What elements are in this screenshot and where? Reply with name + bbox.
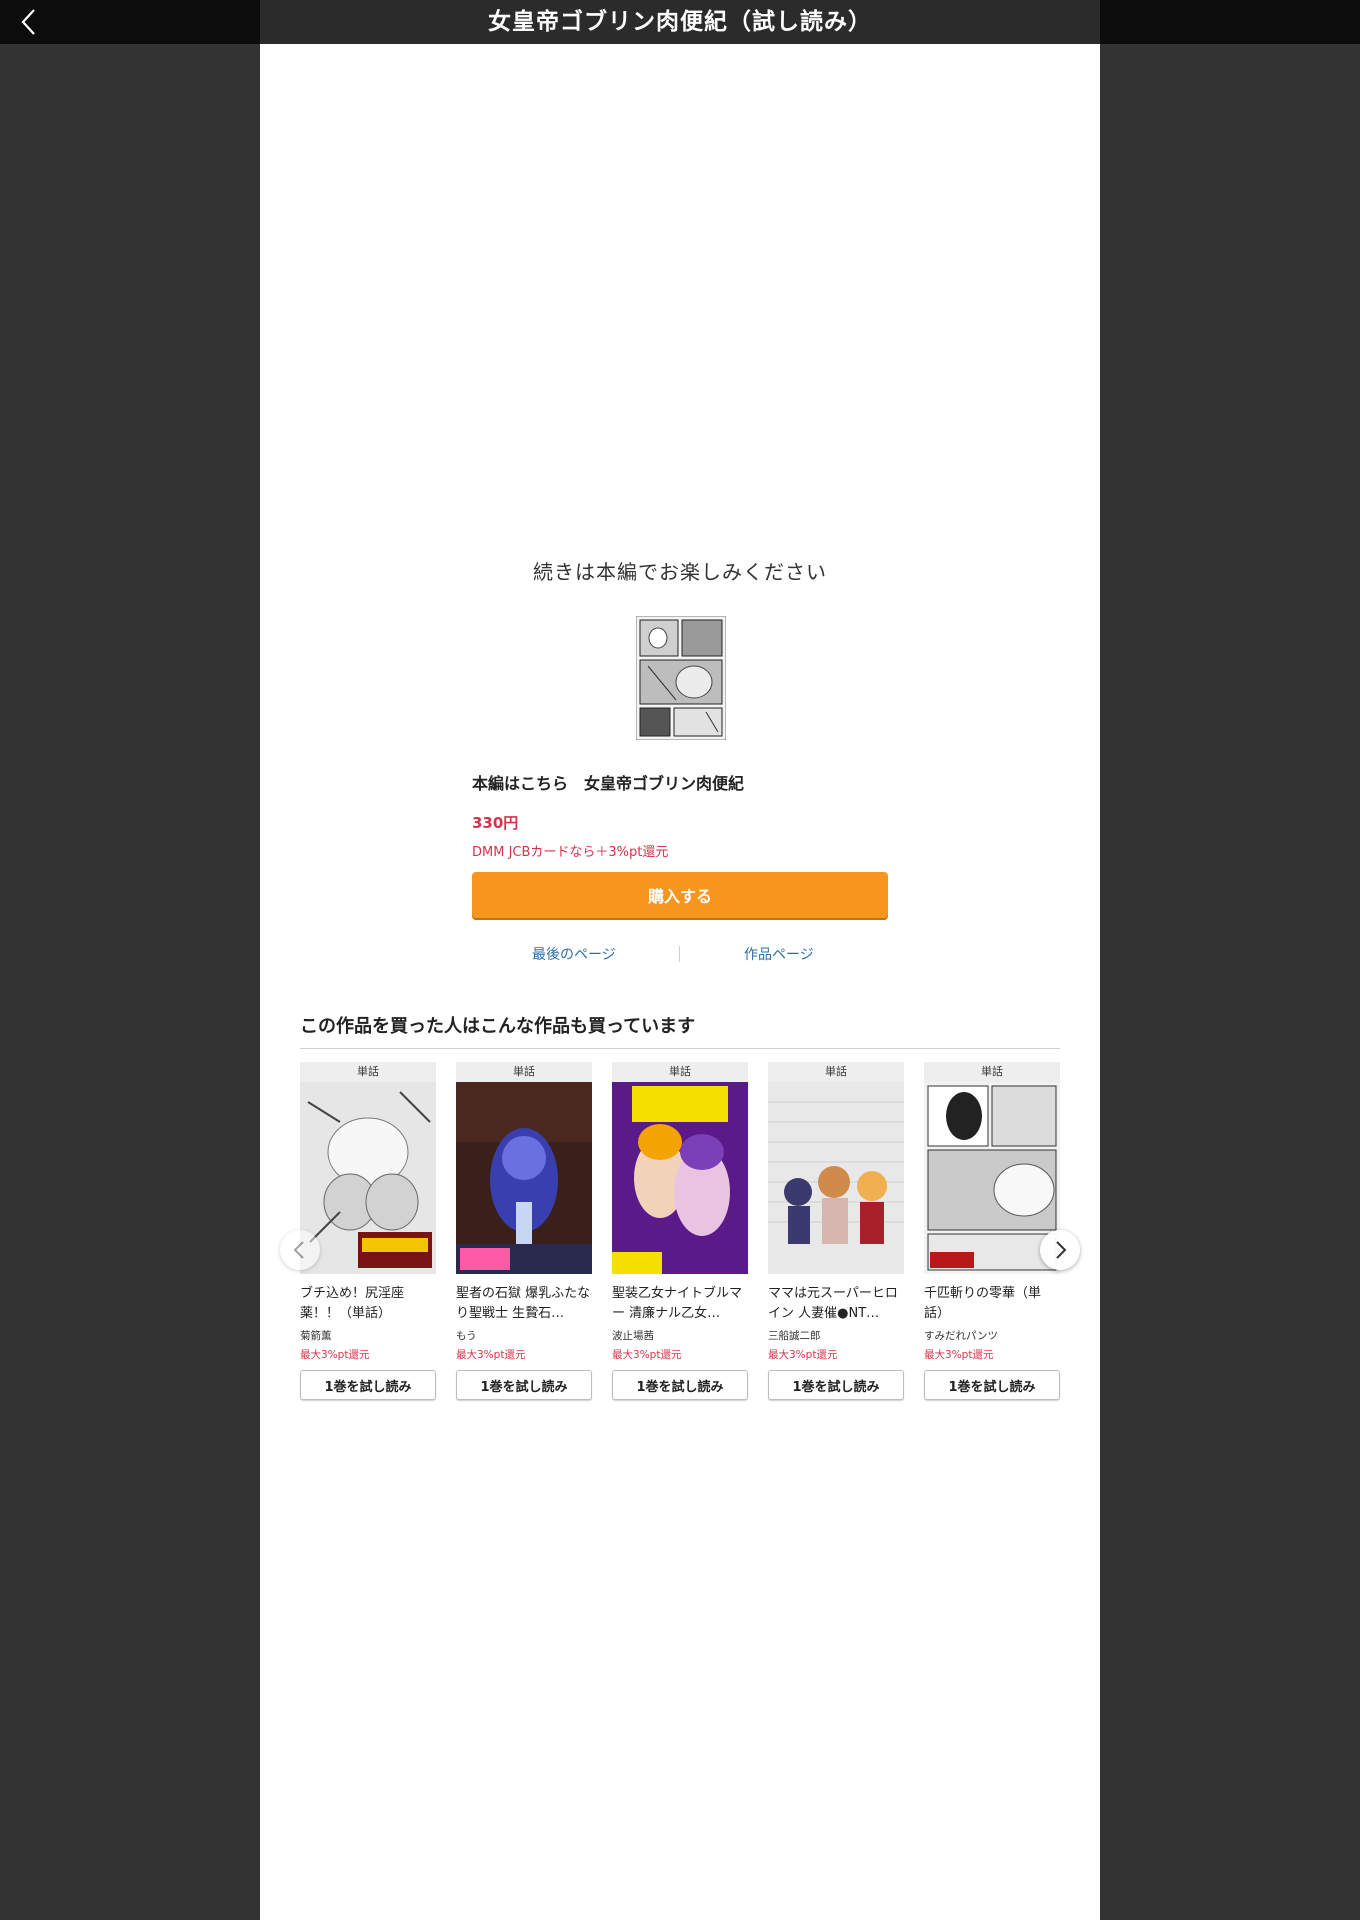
card-point-note: 最大3%pt還元 [924, 1349, 994, 1361]
card-author[interactable]: 波止場茜 [612, 1328, 748, 1343]
try-reading-button[interactable]: 1巻を試し読み [924, 1370, 1060, 1400]
cover-image[interactable] [456, 1082, 592, 1274]
manga-page-thumbnail-image [635, 615, 727, 741]
card-author[interactable]: 菊箭薫 [300, 1328, 436, 1343]
book-thumbnail[interactable] [635, 615, 727, 741]
cover-image[interactable] [612, 1082, 748, 1274]
card-author[interactable]: もう [456, 1328, 592, 1343]
recommendation-card[interactable]: 単話 ママは元スーパーヒロイン 人妻催●NT… 三船誠二郎 最大3%pt還元 1… [768, 1062, 904, 1400]
carousel-prev-button[interactable] [280, 1230, 320, 1270]
try-reading-button[interactable]: 1巻を試し読み [768, 1370, 904, 1400]
card-title[interactable]: ママは元スーパーヒロイン 人妻催●NT… [768, 1284, 904, 1324]
last-page-link[interactable]: 最後のページ [532, 944, 616, 964]
card-title[interactable]: 聖装乙女ナイトブルマー 清廉ナル乙女… [612, 1284, 748, 1324]
badge: 単話 [924, 1062, 1060, 1082]
card-point-note: 最大3%pt還元 [612, 1349, 682, 1361]
top-bar: 女皇帝ゴブリン肉便紀（試し読み） [0, 0, 1360, 44]
badge: 単話 [300, 1062, 436, 1082]
price: 330円 [472, 814, 519, 832]
card-author[interactable]: すみだれパンツ [924, 1328, 1060, 1343]
recommendation-card[interactable]: 単話 聖装乙女ナイトブルマー 清廉ナル乙女… 波止場茜 最大3%pt還元 1巻を… [612, 1062, 748, 1400]
try-reading-button[interactable]: 1巻を試し読み [612, 1370, 748, 1400]
end-of-preview-page: 続きは本編でお楽しみください 本編はこちら 女皇帝ゴブリン肉便紀 330円 DM… [260, 44, 1100, 1920]
link-divider [679, 946, 680, 962]
page-links: 最後のページ 作品ページ [472, 944, 888, 964]
badge: 単話 [612, 1062, 748, 1082]
card-title[interactable]: 聖者の石獄 爆乳ふたなり聖戦士 生贄石… [456, 1284, 592, 1324]
work-page-link[interactable]: 作品ページ [744, 944, 814, 964]
carousel-next-button[interactable] [1040, 1230, 1080, 1270]
card-point-note: 最大3%pt還元 [456, 1349, 526, 1361]
recommendations-heading: この作品を買った人はこんな作品も買っています [300, 1012, 1060, 1049]
card-title[interactable]: 千匹斬りの零華（単話） [924, 1284, 1060, 1324]
card-point-note: 最大3%pt還元 [768, 1349, 838, 1361]
purchase-panel: 本編はこちら 女皇帝ゴブリン肉便紀 330円 DMM JCBカードなら＋3%pt… [472, 770, 888, 918]
card-author[interactable]: 三船誠二郎 [768, 1328, 904, 1343]
try-reading-button[interactable]: 1巻を試し読み [456, 1370, 592, 1400]
recommendation-card[interactable]: 単話 聖者の石獄 爆乳ふたなり聖戦士 生贄石… もう 最大3%pt還元 1巻を試… [456, 1062, 592, 1400]
viewer-title: 女皇帝ゴブリン肉便紀（試し読み） [260, 0, 1100, 44]
back-button[interactable] [14, 6, 46, 38]
recommendation-card[interactable]: 単話 ブチ込め！尻淫座薬！！（単話） 菊箭薫 最大3%pt還元 1巻を試し読み [300, 1062, 436, 1400]
chevron-left-icon [21, 9, 35, 35]
try-reading-button[interactable]: 1巻を試し読み [300, 1370, 436, 1400]
recommendation-carousel: 単話 ブチ込め！尻淫座薬！！（単話） 菊箭薫 最大3%pt還元 1巻を試し読み … [300, 1062, 1060, 1400]
chevron-left-icon [293, 1241, 304, 1259]
cover-image[interactable] [768, 1082, 904, 1274]
badge: 単話 [768, 1062, 904, 1082]
card-title[interactable]: ブチ込め！尻淫座薬！！（単話） [300, 1284, 436, 1324]
buy-button[interactable]: 購入する [472, 872, 888, 918]
point-cashback-note: DMM JCBカードなら＋3%pt還元 [472, 845, 669, 860]
cover-image[interactable] [300, 1082, 436, 1274]
badge: 単話 [456, 1062, 592, 1082]
continue-message: 続きは本編でお楽しみください [533, 560, 827, 584]
chevron-right-icon [1056, 1241, 1067, 1259]
main-work-label: 本編はこちら 女皇帝ゴブリン肉便紀 [472, 774, 745, 793]
card-point-note: 最大3%pt還元 [300, 1349, 370, 1361]
